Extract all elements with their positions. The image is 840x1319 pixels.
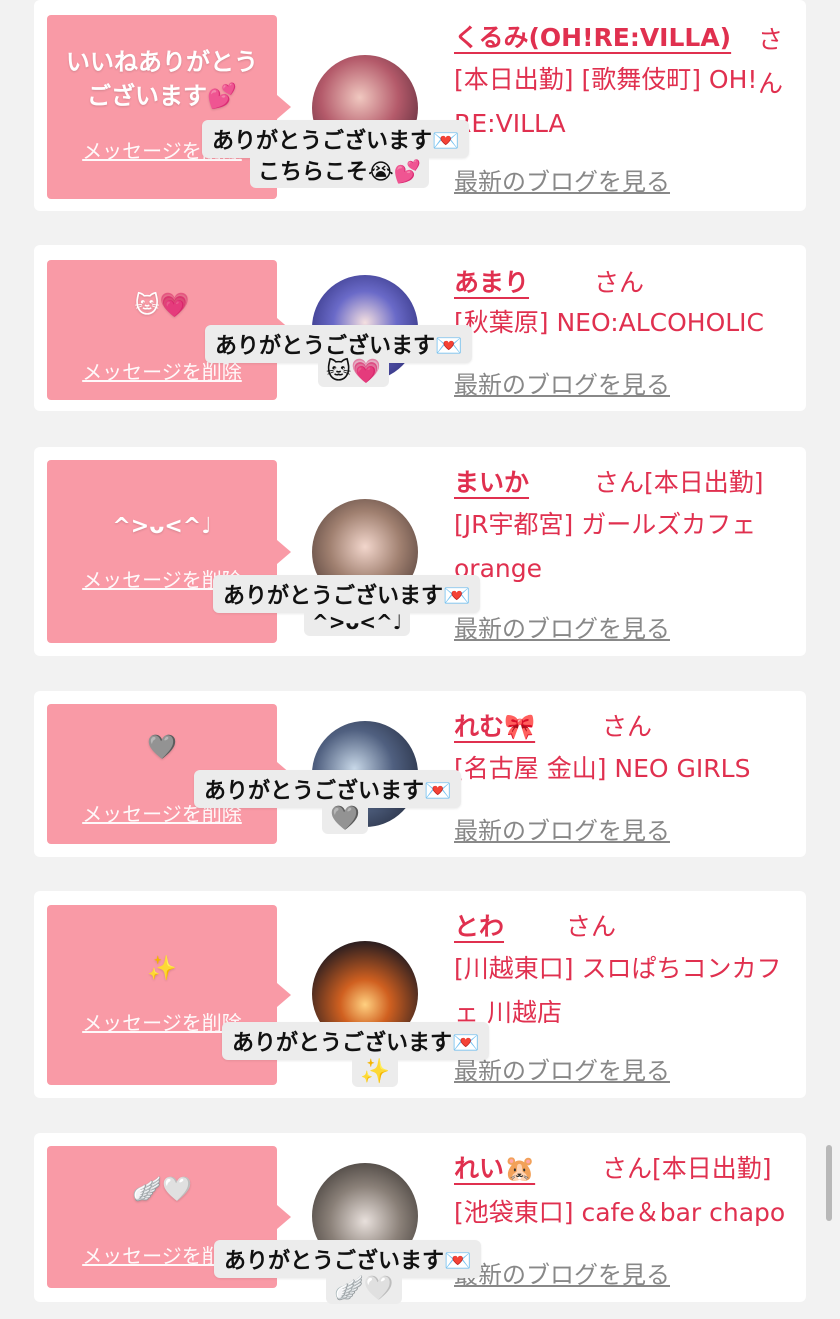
shop-label[interactable]: [名古屋 金山] NEO GIRLS (454, 747, 794, 791)
honorific-label: さん (594, 268, 645, 297)
honorific-label: さん[本日出勤] (594, 468, 764, 497)
message-bubble: ^>ᴗ<^♩ メッセージを削除 (47, 460, 291, 643)
reply-overlay-emoji: ✨ (352, 1055, 398, 1087)
latest-blog-link[interactable]: 最新のブログを見る (454, 811, 670, 846)
message-card: ✨ メッセージを削除 とわ さん [川越東口] スロぱちコンカフェ 川越店 最新… (34, 891, 806, 1098)
cast-name-link[interactable]: れい🐹 (454, 1149, 535, 1185)
reply-overlay-emoji: 🐱💗 (318, 355, 389, 387)
message-text: ✨ (147, 954, 177, 982)
message-text: ^>ᴗ<^♩ (112, 514, 212, 539)
shop-label[interactable]: [川越東口] スロぱちコンカフェ 川越店 (454, 947, 794, 1035)
reply-overlay-emoji: 🩶 (322, 802, 368, 834)
reply-overlay-emoji: ^>ᴗ<^♩ (304, 608, 411, 636)
shop-label[interactable]: [池袋東口] cafe＆bar chapo (454, 1191, 804, 1235)
honorific-label: さん (566, 912, 617, 941)
cast-name-link[interactable]: れむ🎀 (454, 707, 535, 743)
scrollbar[interactable] (826, 1145, 832, 1221)
honorific-label: さん (602, 712, 653, 741)
reply-overlay-emoji: こちらこそ😭💕 (250, 152, 430, 188)
message-card: ^>ᴗ<^♩ メッセージを削除 まいか さん[本日出勤] [JR宇都宮] ガール… (34, 447, 806, 656)
latest-blog-link[interactable]: 最新のブログを見る (454, 365, 670, 400)
cast-name-link[interactable]: あまり (454, 263, 529, 299)
message-text: いいねありがとうございます💕 (66, 48, 258, 110)
shop-label[interactable]: [JR宇都宮] ガールズカフェorange (454, 503, 794, 591)
shop-label[interactable]: [本日出勤] [歌舞伎町] OH! RE:VILLA (454, 58, 794, 146)
latest-blog-link[interactable]: 最新のブログを見る (454, 162, 670, 197)
shop-label[interactable]: [秋葉原] NEO:ALCOHOLIC (454, 301, 804, 345)
honorific-label: さん[本日出勤] (602, 1154, 772, 1183)
reply-overlay-emoji: 🪽🤍 (326, 1272, 402, 1304)
message-bubble: いいねありがとうございます💕 メッセージを削除 (47, 15, 291, 199)
cast-name-link[interactable]: くるみ(OH!RE:VILLA) (454, 18, 731, 54)
cast-name-link[interactable]: とわ (454, 907, 504, 943)
message-text: 🪽🤍 (132, 1175, 192, 1203)
latest-blog-link[interactable]: 最新のブログを見る (454, 1255, 670, 1290)
message-text: 🐱💗 (134, 291, 190, 319)
cast-name-link[interactable]: まいか (454, 463, 529, 499)
message-text: 🩶 (147, 733, 177, 761)
latest-blog-link[interactable]: 最新のブログを見る (454, 609, 670, 644)
